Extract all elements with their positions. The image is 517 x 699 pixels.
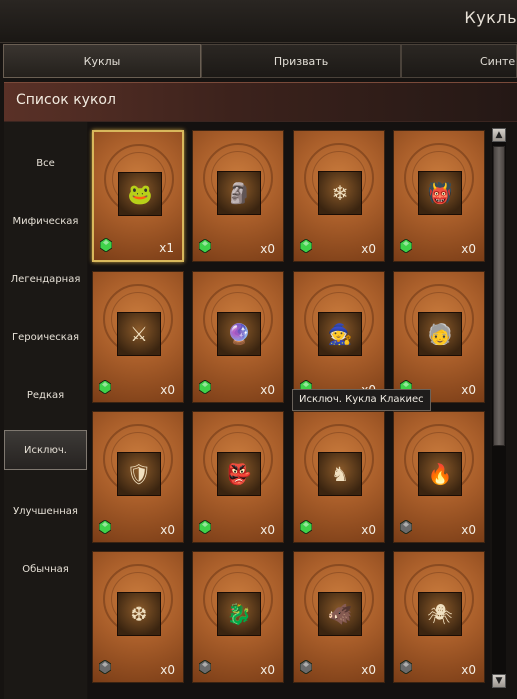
doll-card[interactable]: 🐗 x0 xyxy=(293,551,385,683)
rarity-gem-icon xyxy=(300,239,312,253)
doll-list-header: Список кукол xyxy=(4,82,517,122)
rarity-gem-icon xyxy=(199,520,211,534)
doll-count: x0 xyxy=(260,523,275,537)
category-exclusive[interactable]: Исключ. xyxy=(4,430,87,470)
fire-spirit-doll-icon: 🔥 xyxy=(418,452,462,496)
dark-knight-doll-icon: ♞ xyxy=(318,452,362,496)
category-improved[interactable]: Улучшенная xyxy=(4,492,87,532)
doll-card[interactable]: 🧓 x0 xyxy=(393,271,485,403)
tab-summon[interactable]: Призвать xyxy=(201,44,401,78)
old-sage-doll-icon: 🧓 xyxy=(418,312,462,356)
doll-count: x0 xyxy=(361,663,376,677)
sea-creature-doll-icon: 🐉 xyxy=(217,592,261,636)
doll-card[interactable]: 👹 x0 xyxy=(393,130,485,262)
doll-card[interactable]: 🔮 x0 xyxy=(192,271,284,403)
rarity-gem-icon xyxy=(300,660,312,674)
tab-synthesis[interactable]: Синтез xyxy=(401,44,517,78)
category-mythic[interactable]: Мифическая xyxy=(4,202,87,242)
rarity-gem-icon xyxy=(199,239,211,253)
skull-spider-doll-icon: 🕷 xyxy=(418,592,462,636)
category-rare[interactable]: Редкая xyxy=(4,376,87,416)
doll-card[interactable]: 🛡 x0 xyxy=(92,411,184,543)
doll-card[interactable]: 👺 x0 xyxy=(192,411,284,543)
category-all[interactable]: Все xyxy=(4,144,87,184)
category-sidebar: Все Мифическая Легендарная Героическая Р… xyxy=(4,122,87,699)
ice-beast-doll-icon: ❆ xyxy=(117,592,161,636)
rarity-gem-icon xyxy=(400,520,412,534)
category-heroic[interactable]: Героическая xyxy=(4,318,87,358)
scrollbar-thumb[interactable] xyxy=(493,146,505,446)
rarity-gem-icon xyxy=(400,239,412,253)
rarity-gem-icon xyxy=(400,660,412,674)
crystal-orb-doll-icon: 🔮 xyxy=(217,312,261,356)
frog-doll-icon: 🐸 xyxy=(118,172,162,216)
doll-count: x0 xyxy=(160,663,175,677)
rarity-gem-icon xyxy=(99,660,111,674)
rarity-gem-icon xyxy=(99,520,111,534)
rarity-gem-icon xyxy=(199,380,211,394)
rarity-gem-icon xyxy=(100,238,112,252)
doll-count: x0 xyxy=(260,242,275,256)
doll-card[interactable]: 🔥 x0 xyxy=(393,411,485,543)
doll-card[interactable]: ❆ x0 xyxy=(92,551,184,683)
rarity-gem-icon xyxy=(300,520,312,534)
doll-count: x0 xyxy=(260,383,275,397)
doll-count: x0 xyxy=(160,523,175,537)
doll-list-title: Список кукол xyxy=(16,92,116,108)
doll-card[interactable]: ♞ x0 xyxy=(293,411,385,543)
rarity-gem-icon xyxy=(99,380,111,394)
stone-golem-doll-icon: 🗿 xyxy=(217,171,261,215)
doll-card[interactable]: 🧙x0 xyxy=(293,271,385,403)
doll-count: x1 xyxy=(159,241,174,255)
doll-count: x0 xyxy=(461,523,476,537)
doll-count: x0 xyxy=(361,523,376,537)
window-titlebar: Кукль xyxy=(0,0,517,43)
white-haired-warrior-doll-icon: ⚔ xyxy=(117,312,161,356)
doll-card[interactable]: ❄ x0 xyxy=(293,130,385,262)
doll-card[interactable]: 🗿 x0 xyxy=(192,130,284,262)
doll-card[interactable]: 🕷 x0 xyxy=(393,551,485,683)
horned-beast-doll-icon: 🐗 xyxy=(318,592,362,636)
masked-shaman-doll-icon: 👺 xyxy=(217,452,261,496)
scroll-up-button[interactable]: ▲ xyxy=(492,128,506,142)
doll-card[interactable]: 🐸 x1 xyxy=(92,130,184,262)
doll-count: x0 xyxy=(361,242,376,256)
rarity-gem-icon xyxy=(199,660,211,674)
category-common[interactable]: Обычная xyxy=(4,550,87,590)
doll-count: x0 xyxy=(461,383,476,397)
tab-dolls[interactable]: Куклы xyxy=(3,44,201,78)
doll-count: x0 xyxy=(461,663,476,677)
armored-knight-doll-icon: 🛡 xyxy=(117,452,161,496)
red-demon-doll-icon: 👹 xyxy=(418,171,462,215)
doll-card[interactable]: ⚔ x0 xyxy=(92,271,184,403)
doll-count: x0 xyxy=(160,383,175,397)
ice-crystal-doll-icon: ❄ xyxy=(318,171,362,215)
tab-bar: Куклы Призвать Синтез xyxy=(3,44,517,78)
witch-doll-icon: 🧙 xyxy=(318,312,362,356)
scroll-down-button[interactable]: ▼ xyxy=(492,674,506,688)
doll-count: x0 xyxy=(461,242,476,256)
window-title: Кукль xyxy=(464,8,517,27)
doll-count: x0 xyxy=(260,663,275,677)
category-legendary[interactable]: Легендарная xyxy=(4,260,87,300)
doll-card[interactable]: 🐉 x0 xyxy=(192,551,284,683)
doll-tooltip: Исключ. Кукла Клакиес xyxy=(292,389,431,411)
